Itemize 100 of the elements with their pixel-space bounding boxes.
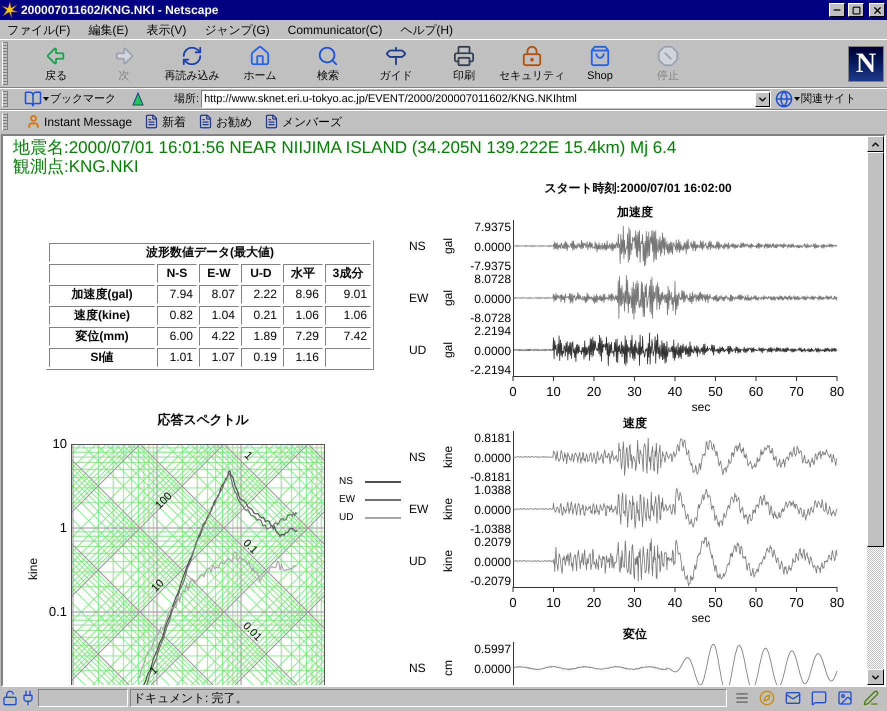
mail-icon[interactable] — [785, 690, 801, 706]
padlock-icon[interactable] — [2, 690, 18, 706]
menu-item[interactable]: ジャンプ(G) — [201, 20, 273, 38]
related-sites-button[interactable]: 関連サイト — [775, 90, 856, 108]
axis-tick-label: 0.0000 — [474, 450, 511, 464]
scale-label: 10 — [149, 577, 166, 594]
page-icon — [264, 114, 280, 129]
close-icon — [872, 4, 882, 16]
toolbar-button[interactable]: ホーム — [226, 42, 294, 86]
stop-icon — [657, 44, 679, 66]
chart-title: 加速度 — [616, 204, 654, 220]
toolbar-button[interactable]: Shop — [566, 42, 634, 86]
caret-icon — [43, 97, 49, 101]
scroll-down-button[interactable] — [867, 669, 884, 685]
person-icon — [26, 114, 41, 129]
pen-icon[interactable] — [863, 690, 879, 706]
toolbar-button[interactable]: 再読み込み — [158, 42, 226, 86]
axis-tick-label: 0.8181 — [474, 431, 511, 445]
channel-label: UD — [409, 342, 426, 359]
forward-arrow-icon — [113, 44, 135, 66]
scale-label: 0.1 — [240, 537, 260, 557]
axis-line — [513, 642, 514, 685]
axis-tick-label: 80 — [830, 384, 844, 399]
personal-toolbar-link[interactable]: Instant Message — [26, 112, 132, 130]
channel-label: UD — [409, 553, 426, 570]
bookmarks-button[interactable]: ブックマーク — [24, 90, 116, 108]
toolbar-button[interactable]: セキュリティ — [498, 42, 566, 86]
column-header: E-W — [198, 264, 239, 283]
axis-tick-label: 70 — [789, 384, 804, 399]
axis-tick-label: 0.2079 — [474, 535, 511, 549]
toolbar-grip[interactable] — [2, 91, 8, 107]
axis-label: kine — [25, 558, 41, 580]
unit-label: gal — [442, 290, 454, 306]
personal-toolbar-link[interactable]: 新着 — [144, 112, 186, 130]
chart-title: 応答スペクトル — [156, 412, 250, 428]
axis-tick-label: 10 — [52, 436, 67, 451]
axis-tick-label: 80 — [830, 595, 844, 610]
channel-label: NS — [409, 238, 426, 255]
chat-icon[interactable] — [811, 690, 827, 706]
axis-tick-label: 0.0000 — [474, 662, 511, 676]
menu-item[interactable]: Communicator(C) — [284, 20, 386, 38]
scroll-up-button[interactable] — [867, 136, 884, 152]
column-header: 水平 — [282, 264, 323, 283]
grip-icon — [735, 691, 749, 705]
page-icon — [198, 114, 214, 129]
scale-label: 100 — [153, 490, 175, 512]
close-button[interactable] — [869, 3, 885, 17]
signpost-icon — [385, 44, 407, 66]
table-cell: 1.06 — [282, 306, 323, 325]
axis-tick-label: 0.0000 — [474, 292, 511, 306]
personal-toolbar-link[interactable]: メンバーズ — [264, 112, 342, 130]
toolbar-grip[interactable] — [2, 113, 8, 130]
minimize-button[interactable] — [829, 3, 845, 17]
channel-label: NS — [409, 449, 426, 466]
axis-tick-label: 8.0728 — [474, 272, 511, 286]
back-arrow-icon — [45, 44, 67, 66]
table-cell: 0.82 — [157, 306, 197, 325]
globe-icon — [775, 90, 794, 108]
status-text: ドキュメント: 完了。 — [133, 690, 248, 707]
toolbar-button[interactable]: 検索 — [294, 42, 362, 86]
column-header: U-D — [240, 264, 281, 283]
axis-tick-label: 50 — [708, 384, 723, 399]
netscape-logo: N — [848, 46, 884, 82]
toolbar-grip[interactable] — [2, 42, 8, 85]
menu-item[interactable]: ヘルプ(H) — [397, 20, 456, 38]
toolbar-button[interactable]: 戻る — [22, 42, 90, 86]
column-header: N-S — [157, 264, 197, 283]
page-icon — [144, 114, 160, 129]
menu-item[interactable]: 編集(E) — [85, 20, 132, 38]
table-cell: 1.01 — [157, 348, 197, 367]
unit-label: kine — [442, 498, 454, 520]
table-cell: 1.89 — [240, 327, 281, 346]
toolbar-button[interactable]: 印刷 — [430, 42, 498, 86]
book-icon — [24, 90, 42, 108]
personal-toolbar-link[interactable]: お勧め — [198, 112, 252, 130]
maximize-button[interactable] — [848, 3, 864, 17]
scroll-thumb[interactable] — [867, 152, 884, 547]
axis-tick-label: 0 — [509, 384, 517, 399]
row-header: 変位(mm) — [49, 327, 155, 346]
table-cell — [324, 348, 371, 367]
starburst-icon — [2, 2, 18, 18]
toolbar-button[interactable]: ガイド — [362, 42, 430, 86]
menu-item[interactable]: 表示(V) — [143, 20, 190, 38]
axis-tick-label: -8.0728 — [470, 311, 511, 325]
table-cell: 2.22 — [240, 285, 281, 304]
table-title: 波形数値データ(最大値) — [49, 243, 371, 262]
table-cell: 0.21 — [240, 306, 281, 325]
table-cell: 7.42 — [324, 327, 371, 346]
table-cell: 9.01 — [324, 285, 371, 304]
url-field[interactable]: http://www.sknet.eri.u-tokyo.ac.jp/EVENT/2000/200007011602/KNG.NKIhtml — [201, 90, 772, 108]
page-proxy-icon[interactable] — [130, 91, 146, 107]
axis-tick-label: 10 — [546, 595, 561, 610]
legend-label: NS — [339, 476, 354, 488]
axis-tick-label: -2.2194 — [470, 363, 511, 377]
axis-tick-label: -0.2079 — [470, 574, 511, 588]
axis-tick-label: -0.8181 — [470, 470, 511, 484]
picture-icon[interactable] — [837, 690, 853, 706]
dropdown-button[interactable] — [755, 92, 770, 106]
menu-item[interactable]: ファイル(F) — [4, 20, 74, 38]
unit-label: kine — [442, 446, 454, 468]
